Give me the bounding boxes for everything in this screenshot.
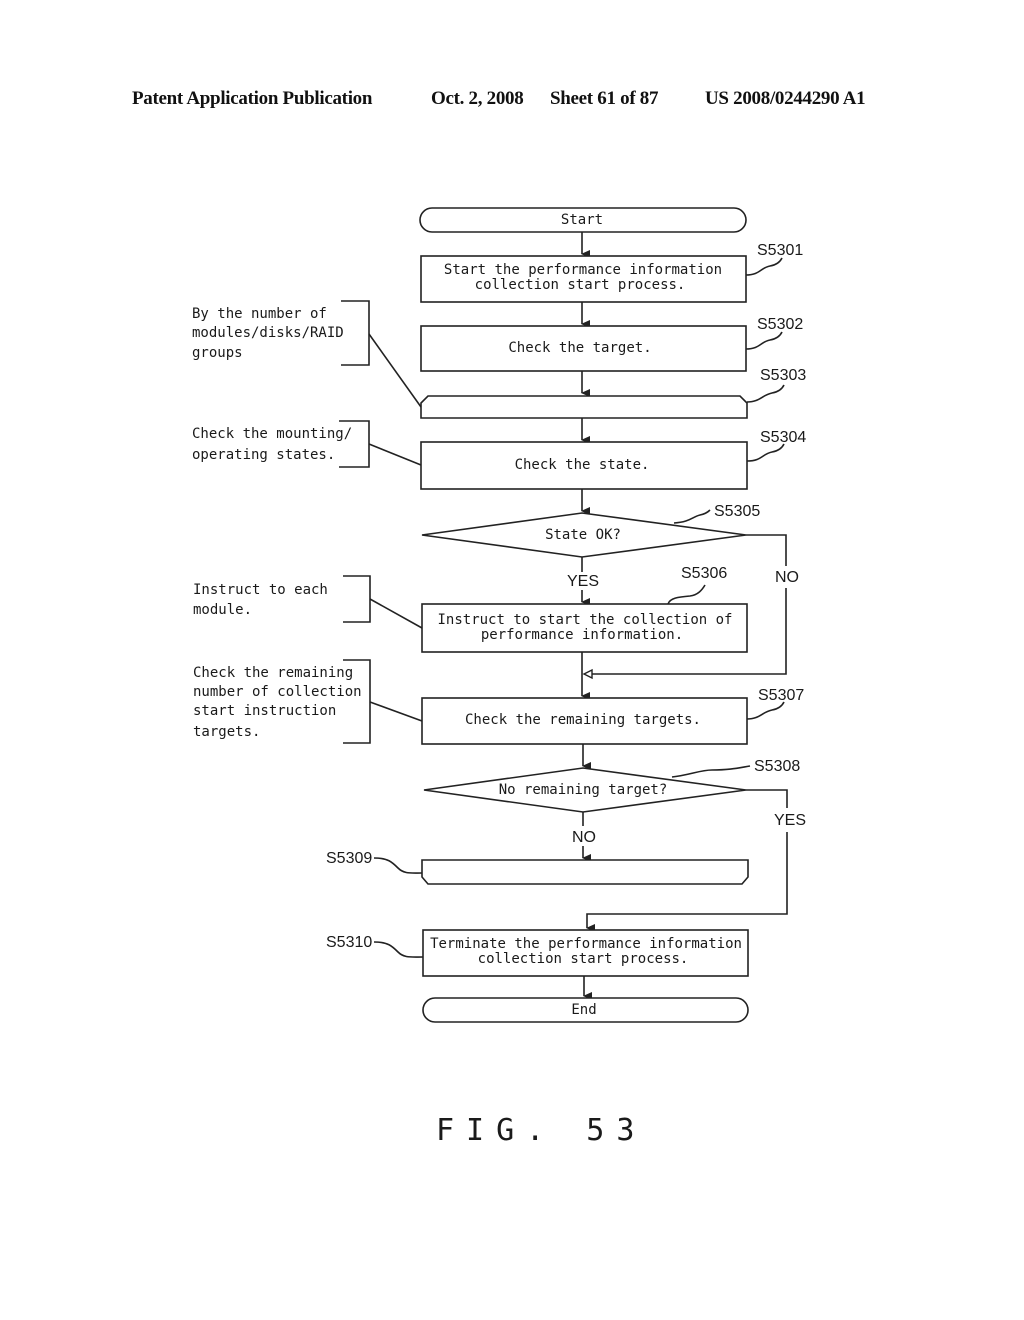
step-s5303-id: S5303 (760, 367, 806, 384)
leader-line (746, 701, 785, 720)
end-label: End (571, 1002, 596, 1018)
s5305-no-label: NO (775, 569, 799, 586)
annotation-4-line4: targets. (193, 724, 260, 740)
annotation-1-pointer (368, 333, 422, 408)
step-s5302-text: Check the target. (508, 340, 651, 356)
step-s5304-text: Check the state. (515, 457, 650, 473)
leader-line (746, 384, 785, 403)
step-s5307-id: S5307 (758, 687, 804, 704)
connector (746, 789, 788, 808)
step-s5303-loop-start (420, 395, 748, 419)
step-s5301-id: S5301 (757, 242, 803, 259)
annotation-4-pointer (369, 701, 423, 722)
annotation-4-line3: start instruction (193, 703, 336, 719)
annotation-3-bracket (343, 575, 371, 623)
annotation-3-pointer (369, 598, 423, 629)
step-s5309-loop-end (421, 859, 749, 885)
flowchart: Start Start the performance information … (192, 207, 806, 1148)
annotation-1-bracket (341, 300, 370, 366)
leader-line (745, 257, 783, 276)
annotation-1-line1: By the number of (192, 306, 327, 322)
step-s5306-id: S5306 (681, 565, 727, 582)
annotation-3-line1: Instruct to each (193, 582, 328, 598)
step-s5305-id: S5305 (714, 503, 760, 520)
step-s5310-line2: collection start process. (478, 951, 689, 967)
s5308-yes-label: YES (774, 812, 806, 829)
step-s5304-id: S5304 (760, 429, 806, 446)
start-label: Start (561, 212, 603, 228)
step-s5308-id: S5308 (754, 758, 800, 775)
leader-line (746, 443, 785, 462)
step-s5302-id: S5302 (757, 316, 803, 333)
annotation-2-line2: operating states. (192, 447, 335, 463)
connector (746, 534, 787, 566)
leader-line (373, 941, 424, 958)
annotation-2-pointer (368, 443, 422, 466)
decision-s5305-text: State OK? (545, 527, 621, 543)
leader-line (667, 584, 706, 605)
step-s5301-line1: Start the performance information (444, 262, 722, 278)
s5305-yes-label: YES (567, 573, 599, 590)
leader-line (673, 509, 711, 524)
annotation-1-line2: modules/disks/RAID (192, 325, 344, 341)
leader-line (745, 331, 783, 350)
s5308-no-label: NO (572, 829, 596, 846)
step-s5310-line1: Terminate the performance information (430, 936, 742, 952)
step-s5306-line2: performance information. (481, 627, 683, 643)
annotation-2-line1: Check the mounting/ (192, 426, 352, 442)
leader-line (373, 857, 423, 874)
merge-arrow (582, 668, 593, 680)
decision-s5308-text: No remaining target? (499, 782, 668, 798)
step-s5307-text: Check the remaining targets. (465, 712, 701, 728)
leader-line (671, 765, 751, 778)
annotation-1-line3: groups (192, 345, 243, 361)
annotation-4-line2: number of collection (193, 684, 362, 700)
step-s5306-line1: Instruct to start the collection of (437, 612, 732, 628)
annotation-4-line1: Check the remaining (193, 665, 353, 681)
step-s5309-id: S5309 (326, 850, 372, 867)
figure-label: FIG. 53 (436, 1113, 646, 1148)
annotation-3-line2: module. (193, 602, 252, 618)
step-s5310-id: S5310 (326, 934, 372, 951)
step-s5301-line2: collection start process. (475, 277, 686, 293)
